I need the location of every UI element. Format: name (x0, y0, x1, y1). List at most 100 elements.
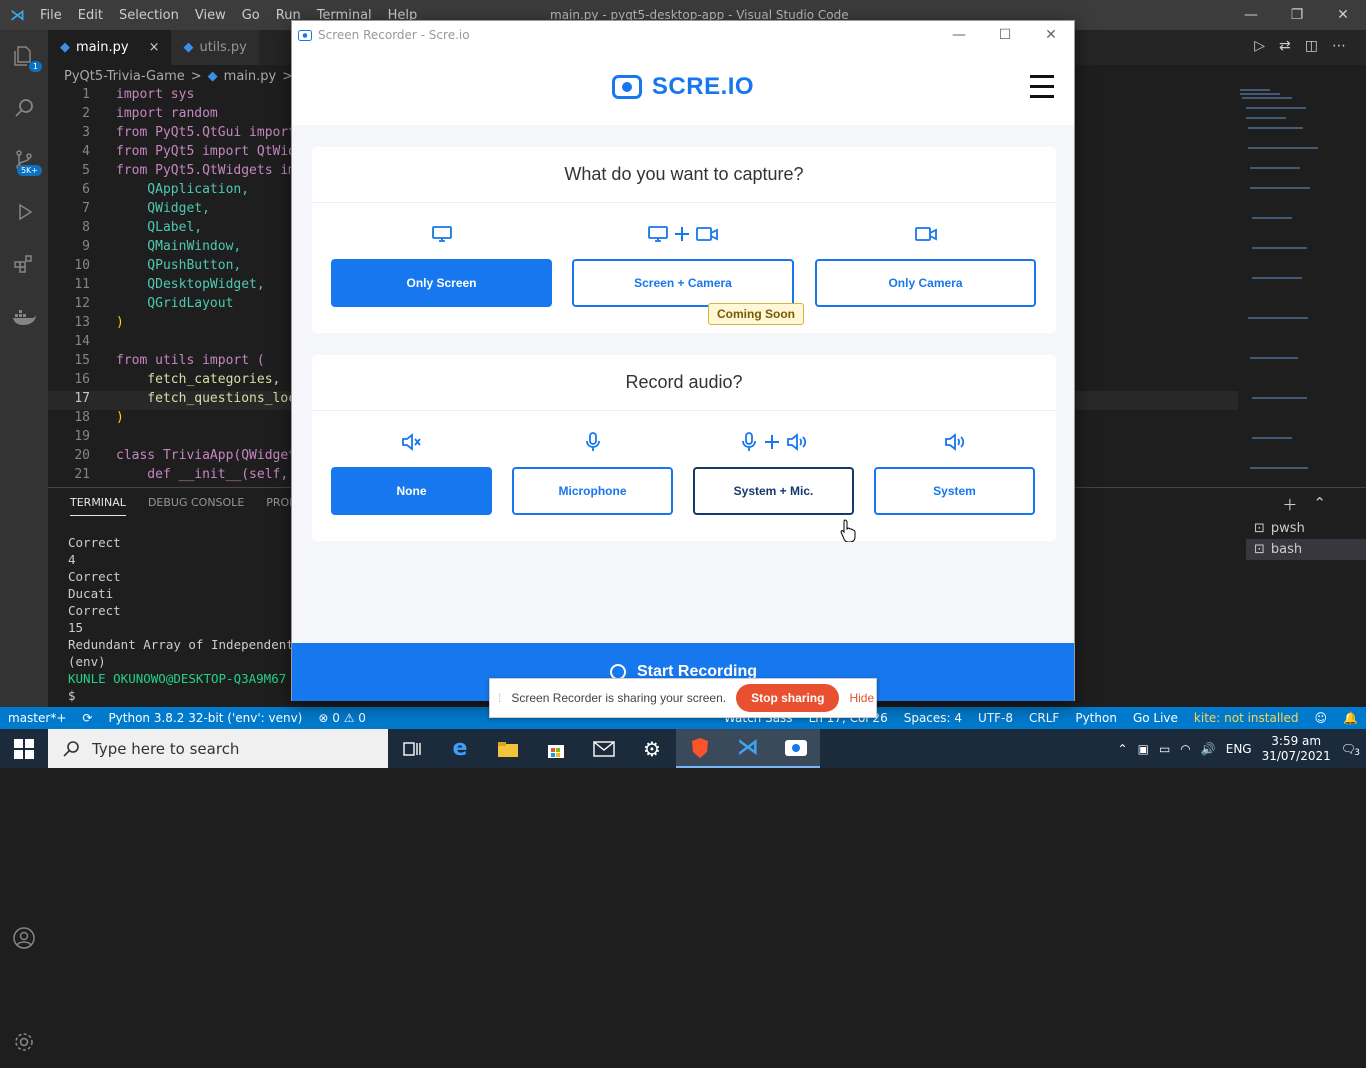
terminal-item-bash[interactable]: ⊡ bash (1246, 539, 1366, 560)
screen-recorder-taskbar-icon[interactable] (772, 729, 820, 768)
tray-clock[interactable]: 3:59 am 31/07/2021 (1262, 734, 1331, 764)
mic-plus-speaker-icon (739, 429, 809, 455)
more-actions-icon[interactable]: ⋯ (1332, 38, 1346, 54)
tab-debug-console[interactable]: DEBUG CONSOLE (148, 496, 244, 516)
encoding[interactable]: UTF-8 (970, 711, 1021, 725)
clock-time: 3:59 am (1271, 733, 1322, 748)
terminal-icon: ⊡ (1254, 542, 1265, 557)
maximize-panel-icon[interactable]: ⌃ (1313, 494, 1326, 515)
only-camera-button[interactable]: Only Camera (815, 259, 1036, 307)
screen-camera-button[interactable]: Screen + Camera (572, 259, 794, 307)
settings-icon[interactable]: ⚙ (628, 729, 676, 768)
file-explorer-icon[interactable] (484, 729, 532, 768)
tray-battery-icon[interactable]: ▭ (1159, 742, 1170, 756)
drag-handle-icon[interactable]: ⁞ (498, 691, 501, 705)
tray-wifi-icon[interactable]: ◠ (1180, 742, 1190, 756)
menu-edit[interactable]: Edit (70, 8, 111, 23)
run-debug-icon[interactable] (0, 186, 48, 238)
run-file-icon[interactable]: ▷ (1254, 38, 1265, 54)
menu-view[interactable]: View (187, 8, 234, 23)
source-control-icon[interactable]: 5K+ (0, 134, 48, 186)
audio-microphone-button[interactable]: Microphone (512, 467, 673, 515)
search-icon[interactable] (0, 82, 48, 134)
line-number: 20 (74, 448, 90, 463)
recorder-close-icon[interactable]: ✕ (1028, 21, 1074, 49)
action-center-icon[interactable]: 🗨 3 (1341, 742, 1360, 758)
line-ending[interactable]: CRLF (1021, 711, 1067, 725)
notifications-bell-icon[interactable]: 🔔 (1335, 711, 1366, 725)
screlo-logo-icon (611, 75, 642, 99)
python-interpreter[interactable]: Python 3.8.2 32-bit ('env': venv) (100, 711, 310, 725)
source-control-badge: 5K+ (16, 165, 42, 176)
git-branch[interactable]: master*+ (0, 711, 74, 725)
language-mode[interactable]: Python (1067, 711, 1125, 725)
terminal-input-line[interactable]: $ (68, 687, 309, 704)
terminal-item-pwsh[interactable]: ⊡ pwsh (1246, 518, 1366, 539)
audio-system-mic-button[interactable]: System + Mic. (693, 467, 854, 515)
line-number: 12 (74, 296, 90, 311)
indentation[interactable]: Spaces: 4 (896, 711, 970, 725)
kite-status[interactable]: kite: not installed (1186, 711, 1307, 725)
audio-system-button[interactable]: System (874, 467, 1035, 515)
go-live[interactable]: Go Live (1125, 711, 1186, 725)
line-number: 11 (74, 277, 90, 292)
recorder-maximize-icon[interactable]: ☐ (982, 21, 1028, 49)
recorder-minimize-icon[interactable]: — (936, 21, 982, 49)
taskbar-search[interactable]: Type here to search (48, 729, 388, 768)
notification-count: 3 (1354, 747, 1360, 758)
menu-file[interactable]: File (32, 8, 70, 23)
tab-terminal[interactable]: TERMINAL (70, 496, 126, 516)
search-icon (63, 740, 79, 757)
tab-main-py[interactable]: ◆ main.py × (48, 30, 172, 65)
edge-icon[interactable]: e (436, 729, 484, 768)
tray-chevron-icon[interactable]: ⌃ (1118, 742, 1128, 756)
compare-icon[interactable]: ⇄ (1279, 38, 1291, 54)
tray-language[interactable]: ENG (1226, 742, 1252, 756)
tab-utils-py[interactable]: ◆ utils.py (171, 30, 259, 65)
audio-none-button[interactable]: None (331, 467, 492, 515)
store-icon[interactable] (532, 729, 580, 768)
restore-icon[interactable]: ❐ (1274, 0, 1320, 30)
close-icon[interactable]: ✕ (1320, 0, 1366, 30)
minimize-icon[interactable]: — (1228, 0, 1274, 30)
terminal-line: 4 (68, 552, 76, 567)
code-text: fetch_categories, (116, 372, 281, 387)
stop-sharing-button[interactable]: Stop sharing (736, 684, 840, 712)
hide-button[interactable]: Hide (849, 691, 874, 705)
tray-volume-icon[interactable]: 🔊 (1201, 742, 1216, 756)
activity-bar: 1 5K+ (0, 30, 48, 1051)
split-editor-icon[interactable]: ◫ (1305, 38, 1318, 54)
code-text: QDesktopWidget, (116, 277, 265, 292)
brave-icon[interactable] (676, 729, 724, 768)
sync-icon[interactable]: ⟳ (74, 711, 100, 725)
minimap[interactable] (1238, 87, 1348, 487)
capture-title: What do you want to capture? (312, 147, 1056, 203)
menu-go[interactable]: Go (234, 8, 268, 23)
vscode-logo-icon: ⋊ (10, 6, 25, 24)
windows-start-icon[interactable] (14, 739, 34, 763)
vscode-taskbar-icon[interactable]: ⋊ (724, 729, 772, 768)
feedback-icon[interactable]: ☺ (1307, 711, 1336, 725)
menu-selection[interactable]: Selection (111, 8, 187, 23)
tab-label: utils.py (199, 40, 247, 55)
terminal-output[interactable]: Correct 4 Correct Ducati Correct 15 Redu… (68, 534, 309, 704)
tray-network-icon[interactable]: ▣ (1138, 742, 1149, 756)
extensions-icon[interactable] (0, 238, 48, 290)
code-text: class TriviaApp(QWidget (116, 448, 297, 463)
new-terminal-icon[interactable]: ＋ (1282, 494, 1297, 515)
terminal-prompt-line: KUNLE OKUNOWO@DESKTOP-Q3A9M67 MI (68, 671, 309, 686)
account-icon[interactable] (0, 912, 48, 964)
only-screen-button[interactable]: Only Screen (331, 259, 552, 307)
mail-icon[interactable] (580, 729, 628, 768)
explorer-icon[interactable]: 1 (0, 30, 48, 82)
task-view-icon[interactable] (388, 729, 436, 768)
problems-count[interactable]: ⊗ 0 ⚠ 0 (310, 711, 374, 725)
docker-icon[interactable] (0, 290, 48, 342)
tab-close-icon[interactable]: × (149, 40, 160, 55)
terminal-line: (env) (68, 654, 106, 669)
camera-icon (914, 221, 938, 247)
settings-gear-icon[interactable] (0, 1016, 48, 1068)
breadcrumb-folder[interactable]: PyQt5-Trivia-Game (64, 69, 185, 84)
breadcrumb-file[interactable]: main.py (224, 69, 277, 84)
hamburger-menu-icon[interactable] (1030, 75, 1054, 105)
